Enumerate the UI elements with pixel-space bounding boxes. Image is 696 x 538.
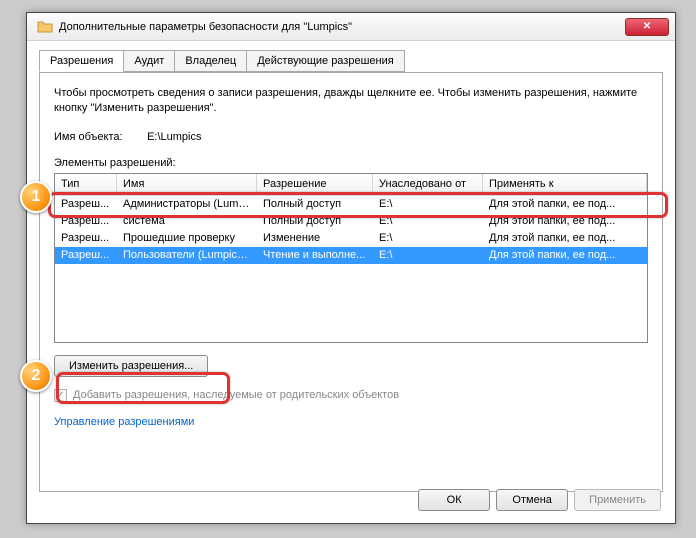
- table-row[interactable]: Разреш... Администраторы (Lumpi... Полны…: [55, 196, 647, 213]
- security-dialog: Дополнительные параметры безопасности дл…: [26, 12, 676, 524]
- dialog-footer: ОК Отмена Применить: [418, 489, 661, 511]
- inherit-checkbox: ✓: [54, 389, 67, 402]
- folder-icon: [37, 19, 53, 35]
- manage-permissions-link[interactable]: Управление разрешениями: [54, 416, 194, 428]
- tab-panel: Чтобы просмотреть сведения о записи разр…: [39, 72, 663, 492]
- tab-effective[interactable]: Действующие разрешения: [246, 50, 404, 72]
- ok-button[interactable]: ОК: [418, 489, 490, 511]
- close-icon: ✕: [643, 22, 651, 32]
- table-row[interactable]: Разреш... Прошедшие проверку Изменение E…: [55, 230, 647, 247]
- cancel-button[interactable]: Отмена: [496, 489, 568, 511]
- col-name[interactable]: Имя: [117, 174, 257, 195]
- titlebar: Дополнительные параметры безопасности дл…: [27, 13, 675, 41]
- tab-owner[interactable]: Владелец: [174, 50, 247, 72]
- permissions-list-label: Элементы разрешений:: [54, 157, 648, 169]
- edit-permissions-button[interactable]: Изменить разрешения...: [54, 355, 208, 377]
- annotation-marker-1: 1: [20, 181, 52, 213]
- col-apply[interactable]: Применять к: [483, 174, 647, 195]
- inherit-checkbox-row: ✓ Добавить разрешения, наследуемые от ро…: [54, 389, 648, 402]
- window-title: Дополнительные параметры безопасности дл…: [59, 21, 625, 33]
- table-row[interactable]: Разреш... система Полный доступ E:\ Для …: [55, 213, 647, 230]
- tab-permissions[interactable]: Разрешения: [39, 50, 124, 72]
- inherit-checkbox-label: Добавить разрешения, наследуемые от роди…: [73, 389, 399, 401]
- annotation-marker-2: 2: [20, 360, 52, 392]
- object-name-row: Имя объекта: E:\Lumpics: [54, 131, 648, 143]
- permissions-table[interactable]: Тип Имя Разрешение Унаследовано от Приме…: [54, 173, 648, 343]
- table-row-selected[interactable]: Разреш... Пользователи (Lumpics-... Чтен…: [55, 247, 647, 264]
- close-button[interactable]: ✕: [625, 18, 669, 36]
- object-name-value: E:\Lumpics: [147, 131, 201, 143]
- col-inherited[interactable]: Унаследовано от: [373, 174, 483, 195]
- col-type[interactable]: Тип: [55, 174, 117, 195]
- table-header: Тип Имя Разрешение Унаследовано от Приме…: [55, 174, 647, 196]
- tab-audit[interactable]: Аудит: [123, 50, 175, 72]
- col-permission[interactable]: Разрешение: [257, 174, 373, 195]
- description-text: Чтобы просмотреть сведения о записи разр…: [54, 86, 648, 117]
- tab-strip: Разрешения Аудит Владелец Действующие ра…: [39, 50, 663, 73]
- object-name-label: Имя объекта:: [54, 131, 144, 143]
- apply-button[interactable]: Применить: [574, 489, 661, 511]
